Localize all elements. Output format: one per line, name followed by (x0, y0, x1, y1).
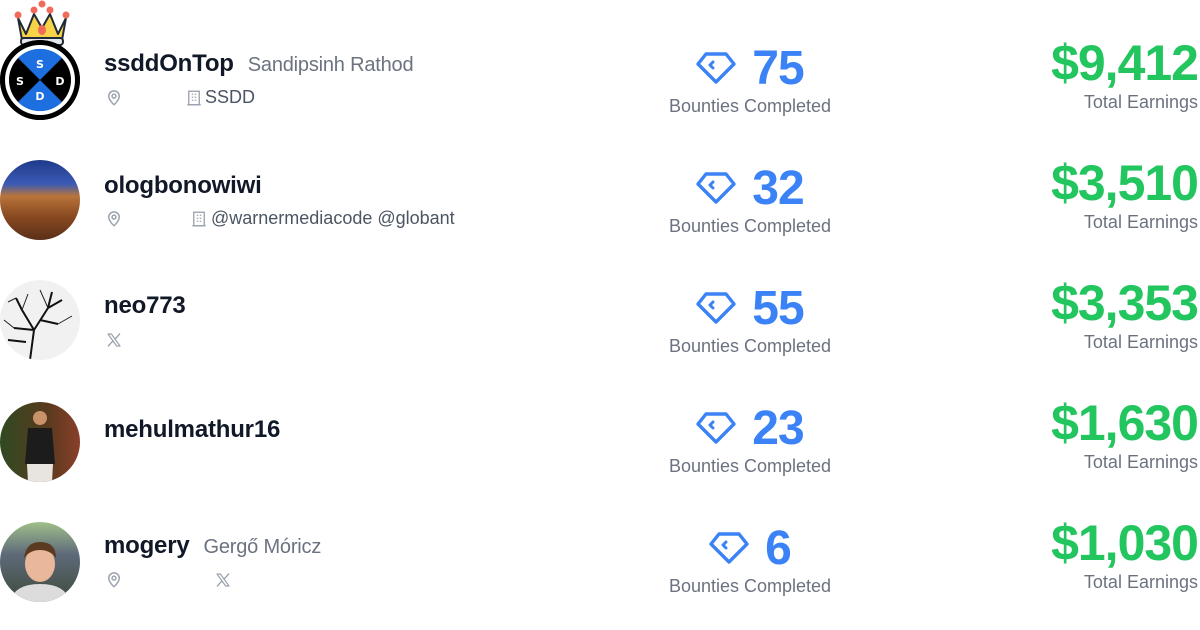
bounties-count: 75 (752, 41, 804, 95)
x-logo-icon[interactable] (105, 331, 123, 349)
bounties-label: Bounties Completed (668, 456, 832, 476)
username[interactable]: ssddOnTop Sandipsinh Rathod (104, 50, 414, 78)
bounties-label: Bounties Completed (668, 336, 832, 356)
svg-text:S: S (36, 58, 44, 71)
bounties-label: Bounties Completed (668, 576, 832, 596)
svg-text:D: D (55, 75, 64, 88)
user-meta (104, 569, 304, 591)
username[interactable]: ologbonowiwi (104, 172, 262, 200)
bounties-count: 55 (752, 281, 804, 335)
bounties-stat: 55 Bounties Completed (650, 280, 850, 357)
user-meta (104, 329, 204, 351)
building-icon (185, 89, 203, 107)
bounties-stat: 75 Bounties Completed (650, 40, 850, 117)
location-pin-icon (105, 571, 123, 589)
bounties-label: Bounties Completed (668, 96, 832, 116)
earnings-label: Total Earnings (1083, 92, 1198, 112)
leaderboard-row[interactable]: ologbonowiwi @warnermediacode @globant 3… (0, 120, 1200, 240)
earnings-amount: $3,510 (1051, 155, 1199, 211)
svg-text:D: D (35, 90, 44, 103)
bounties-label: Bounties Completed (668, 216, 832, 236)
company: @warnermediacode @globant (211, 208, 455, 228)
bounties-count: 32 (752, 161, 804, 215)
gem-icon (696, 171, 736, 205)
earnings-stat: $1,630 Total Earnings (1051, 394, 1199, 473)
leaderboard-row[interactable]: S S D D ssddOnTop Sandipsinh Rathod SSDD … (0, 0, 1200, 120)
earnings-amount: $1,030 (1051, 515, 1199, 571)
avatar[interactable] (0, 522, 80, 602)
earnings-stat: $3,353 Total Earnings (1051, 274, 1199, 353)
username[interactable]: mogery Gergő Móricz (104, 532, 321, 560)
full-name: Sandipsinh Rathod (247, 54, 414, 76)
earnings-label: Total Earnings (1083, 212, 1198, 232)
location-pin-icon (105, 210, 123, 228)
bounties-stat: 23 Bounties Completed (650, 400, 850, 477)
gem-icon (696, 291, 736, 325)
x-logo-icon[interactable] (214, 571, 232, 589)
leaderboard-row[interactable]: mogery Gergő Móricz 6 Bounties Completed … (0, 480, 1200, 602)
bounties-stat: 32 Bounties Completed (650, 160, 850, 237)
user-meta: SSDD (104, 87, 404, 109)
gem-icon (709, 531, 749, 565)
bounties-count: 6 (765, 521, 792, 575)
gem-icon (696, 51, 736, 85)
earnings-amount: $1,630 (1051, 395, 1199, 451)
earnings-stat: $3,510 Total Earnings (1051, 154, 1199, 233)
location-pin-icon (105, 89, 123, 107)
building-icon (190, 210, 208, 228)
earnings-label: Total Earnings (1083, 572, 1198, 592)
avatar[interactable]: S S D D (0, 40, 80, 120)
username[interactable]: neo773 (104, 292, 186, 320)
username[interactable]: mehulmathur16 (104, 416, 280, 444)
leaderboard-row[interactable]: neo773 55 Bounties Completed $3,353 Tota… (0, 240, 1200, 360)
avatar[interactable] (0, 160, 80, 240)
bounties-count: 23 (752, 401, 804, 455)
earnings-stat: $9,412 Total Earnings (1051, 34, 1199, 113)
avatar[interactable] (0, 280, 80, 360)
full-name: Gergő Móricz (203, 536, 322, 558)
earnings-amount: $3,353 (1051, 275, 1199, 331)
user-meta: @warnermediacode @globant (104, 208, 504, 230)
avatar[interactable] (0, 402, 80, 482)
earnings-amount: $9,412 (1051, 35, 1199, 91)
svg-text:S: S (16, 75, 24, 88)
earnings-stat: $1,030 Total Earnings (1051, 514, 1199, 593)
bounties-stat: 6 Bounties Completed (650, 520, 850, 597)
leaderboard-row[interactable]: mehulmathur16 23 Bounties Completed $1,6… (0, 360, 1200, 482)
company: SSDD (205, 87, 256, 107)
gem-icon (696, 411, 736, 445)
earnings-label: Total Earnings (1083, 452, 1198, 472)
earnings-label: Total Earnings (1083, 332, 1198, 352)
